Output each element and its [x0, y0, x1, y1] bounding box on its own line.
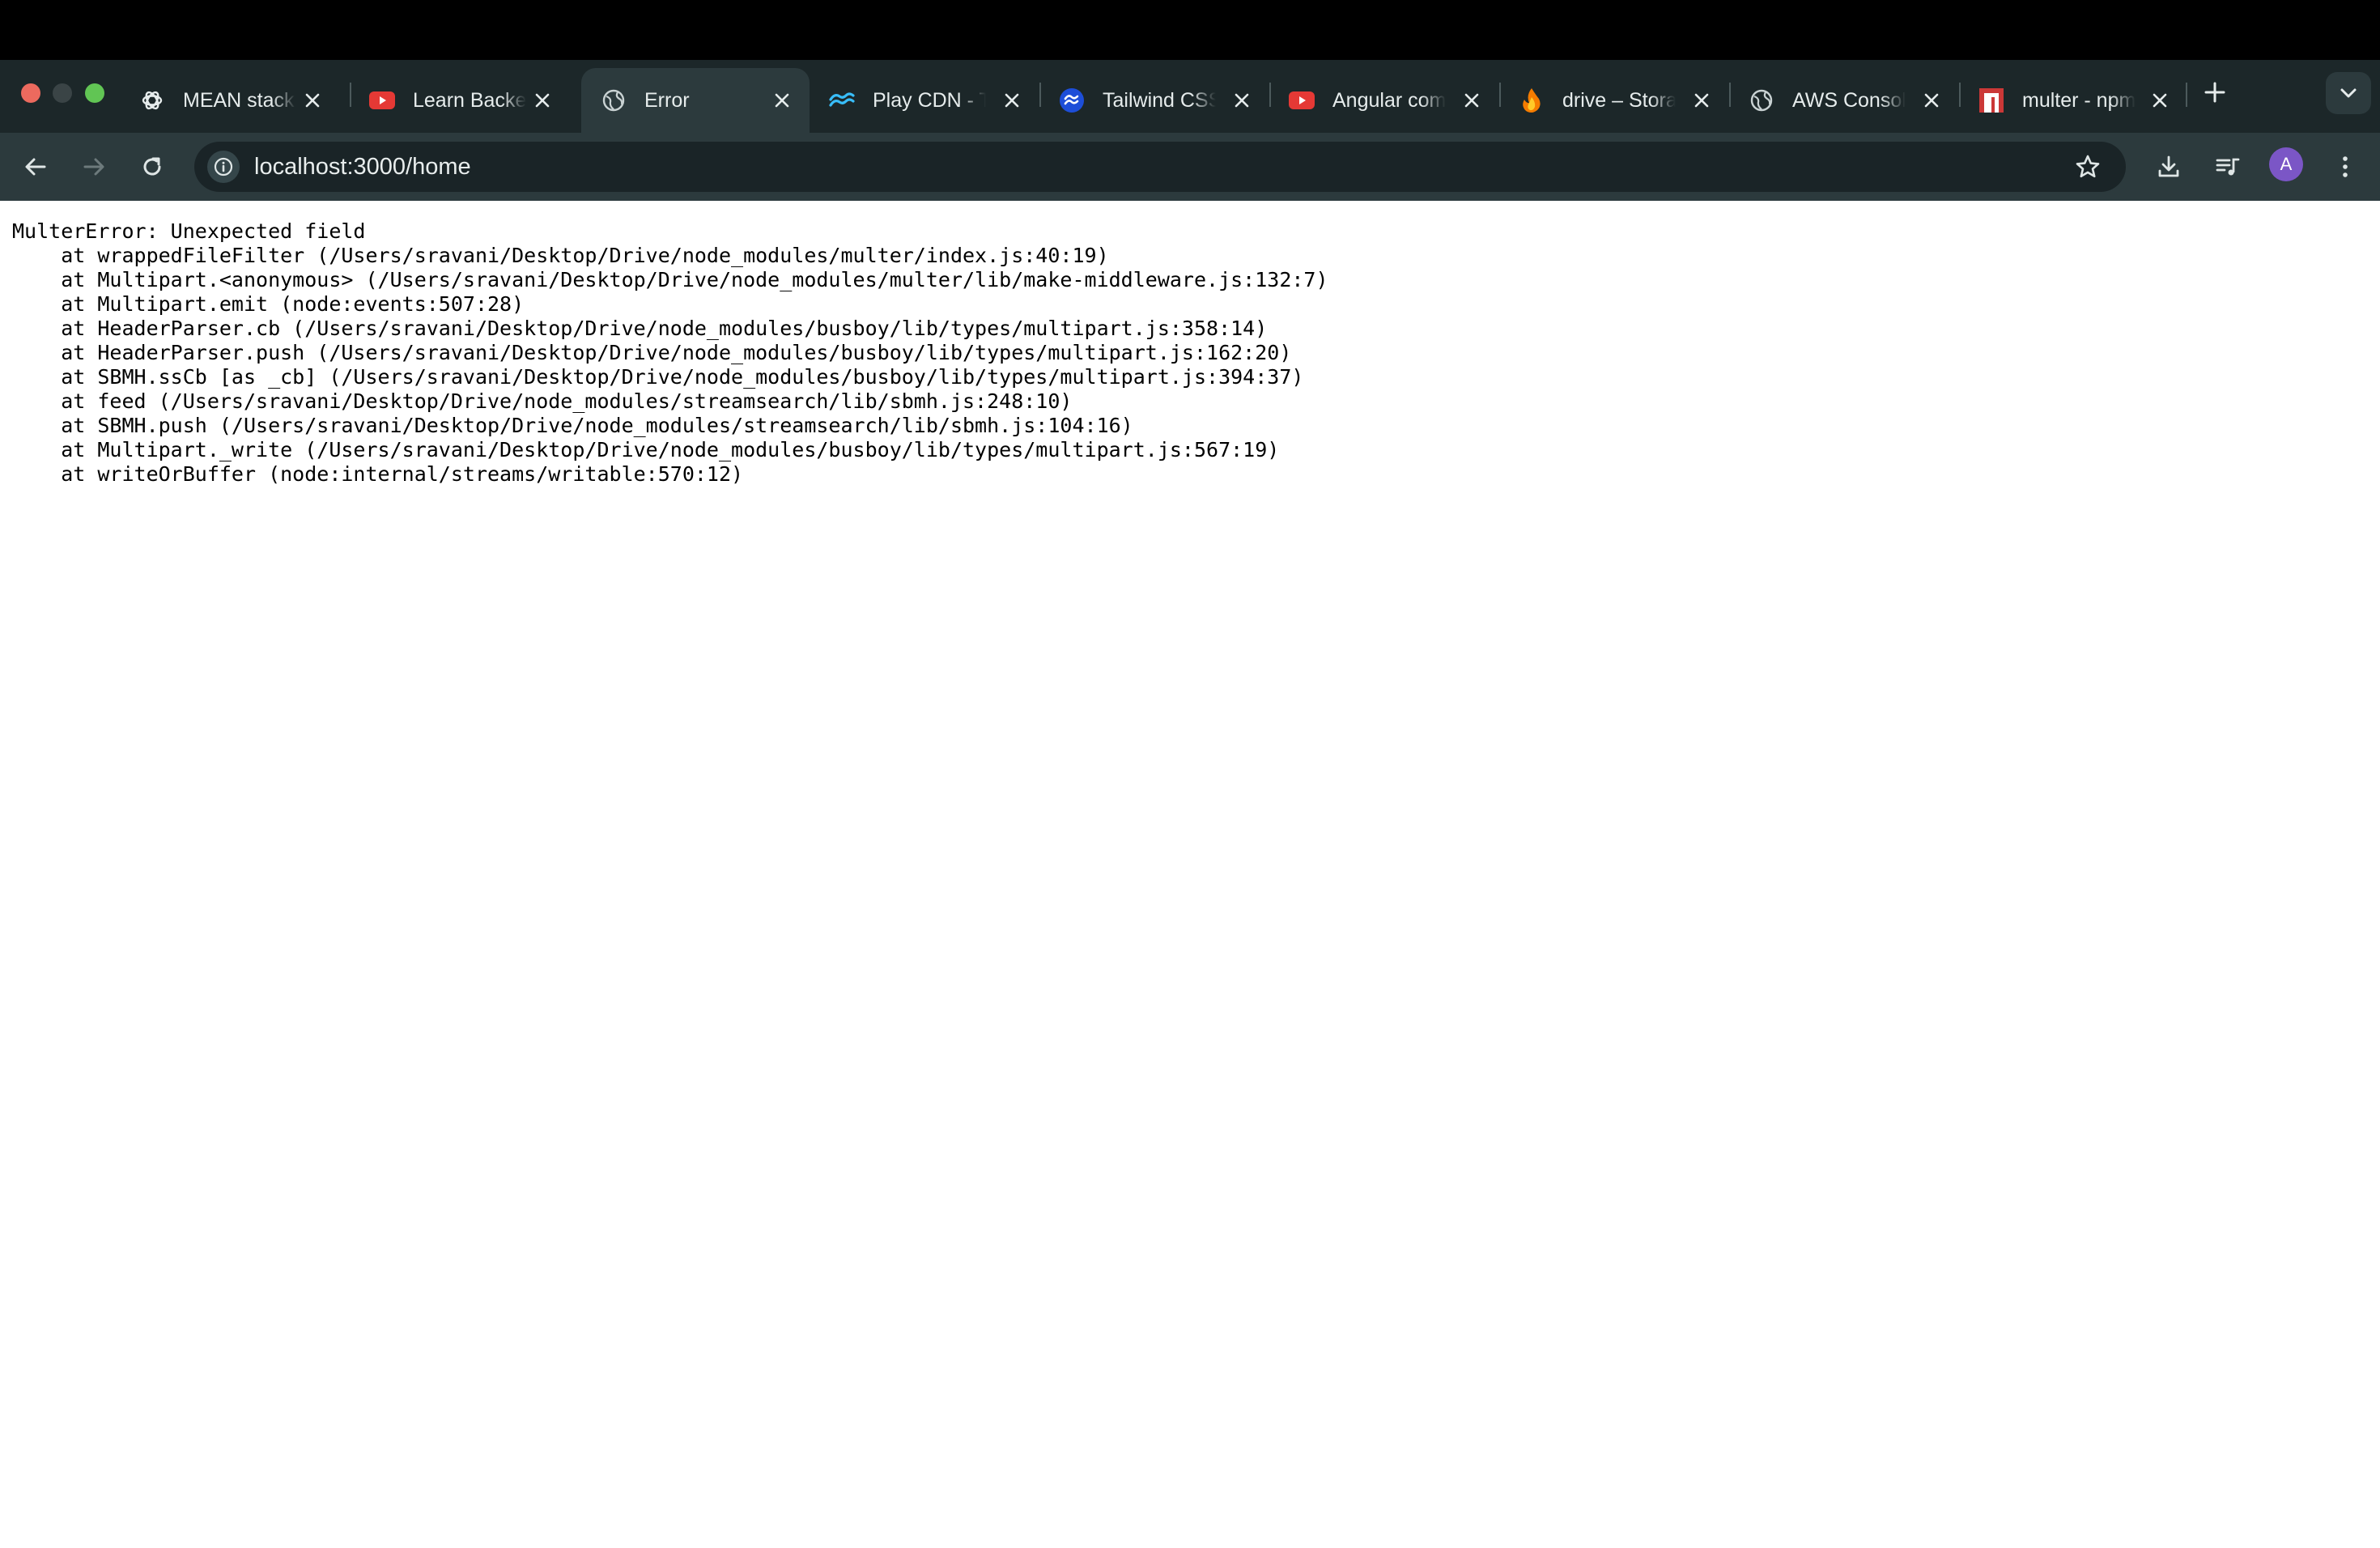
profile-avatar[interactable]: A — [2269, 147, 2303, 181]
reload-button[interactable] — [131, 146, 173, 188]
new-tab-button[interactable] — [2199, 76, 2231, 108]
arrow-left-icon — [25, 158, 46, 176]
close-icon[interactable] — [1690, 89, 1713, 112]
reload-icon — [143, 157, 161, 176]
youtube-icon — [1289, 87, 1315, 113]
close-icon[interactable] — [2148, 89, 2171, 112]
stack-line: at Multipart._write (/Users/sravani/Desk… — [12, 438, 1280, 461]
youtube-icon — [369, 87, 395, 113]
npm-icon — [1978, 87, 2004, 113]
tab-title: drive – Storage — [1562, 88, 1676, 112]
tab-tailwind-css[interactable]: Tailwind CSS — [1039, 68, 1269, 133]
info-icon — [214, 157, 233, 176]
error-message: MulterError: Unexpected field — [12, 219, 366, 243]
tab-separator — [2186, 83, 2187, 107]
stack-line: at feed (/Users/sravani/Desktop/Drive/no… — [12, 389, 1073, 413]
close-icon[interactable] — [1001, 89, 1023, 112]
tab-title: Learn Backend — [413, 88, 526, 112]
tab-aws-console[interactable]: AWS Console — [1729, 68, 1959, 133]
tab-title: AWS Console — [1792, 88, 1906, 112]
tab-title: Tailwind CSS — [1103, 88, 1216, 112]
window-minimize-button[interactable] — [53, 83, 72, 103]
openai-icon — [139, 87, 165, 113]
stack-line: at SBMH.push (/Users/sravani/Desktop/Dri… — [12, 414, 1133, 437]
close-icon[interactable] — [1920, 89, 1943, 112]
chevron-down-icon — [2340, 88, 2357, 98]
media-controls-button[interactable] — [2207, 146, 2249, 188]
close-icon[interactable] — [1230, 89, 1253, 112]
close-icon[interactable] — [1460, 89, 1483, 112]
address-bar[interactable] — [194, 142, 2126, 192]
tab-mean-stack[interactable]: MEAN stack — [120, 68, 340, 133]
window-close-button[interactable] — [21, 83, 40, 103]
close-icon[interactable] — [771, 89, 793, 112]
tab-angular-complete[interactable]: Angular complete — [1269, 68, 1499, 133]
tab-title: multer - npm — [2022, 88, 2136, 112]
back-button[interactable] — [15, 146, 57, 188]
tab-error[interactable]: Error — [581, 68, 810, 133]
tab-drive-storage[interactable]: drive – Storage — [1499, 68, 1729, 133]
tab-play-cdn[interactable]: Play CDN - Tailwind — [810, 68, 1039, 133]
stack-line: at wrappedFileFilter (/Users/sravani/Des… — [12, 244, 1109, 267]
forward-button[interactable] — [73, 146, 115, 188]
tab-title: Play CDN - Tailwind — [873, 88, 986, 112]
stack-line: at SBMH.ssCb [as _cb] (/Users/sravani/De… — [12, 365, 1304, 389]
plus-icon — [2204, 82, 2225, 103]
star-icon — [2076, 155, 2100, 178]
playlist-music-icon — [2216, 158, 2240, 176]
tab-title: Angular complete — [1332, 88, 1446, 112]
browser-menu-button[interactable] — [2324, 146, 2366, 188]
site-info-button[interactable] — [207, 151, 240, 183]
downloads-button[interactable] — [2148, 146, 2190, 188]
bookmark-button[interactable] — [2067, 146, 2109, 188]
tab-search-button[interactable] — [2326, 72, 2371, 114]
download-icon — [2158, 155, 2179, 177]
page-content: MulterError: Unexpected field at wrapped… — [0, 201, 2380, 1548]
url-text[interactable]: localhost:3000/home — [254, 150, 471, 184]
error-stack-trace: MulterError: Unexpected field at wrapped… — [12, 219, 1328, 487]
tab-multer-npm[interactable]: multer - npm — [1959, 68, 2187, 133]
globe-icon — [1749, 87, 1774, 113]
close-icon[interactable] — [301, 89, 324, 112]
tailwind-icon — [829, 87, 855, 113]
close-icon[interactable] — [531, 89, 554, 112]
tailwind-blue-icon — [1059, 87, 1085, 113]
stack-line: at writeOrBuffer (node:internal/streams/… — [12, 462, 744, 486]
tab-title: MEAN stack — [183, 88, 295, 112]
firebase-icon — [1519, 87, 1545, 113]
arrow-right-icon — [83, 158, 104, 176]
globe-icon — [601, 87, 627, 113]
menu-bar-blackout — [0, 0, 2380, 60]
window-zoom-button[interactable] — [85, 83, 104, 103]
tab-learn-backend[interactable]: Learn Backend — [350, 68, 570, 133]
tab-title: Error — [644, 88, 690, 112]
stack-line: at Multipart.emit (node:events:507:28) — [12, 292, 525, 316]
stack-line: at HeaderParser.push (/Users/sravani/Des… — [12, 341, 1292, 364]
kebab-menu-icon — [2343, 156, 2348, 177]
stack-line: at HeaderParser.cb (/Users/sravani/Deskt… — [12, 317, 1268, 340]
stack-line: at Multipart.<anonymous> (/Users/sravani… — [12, 268, 1328, 291]
